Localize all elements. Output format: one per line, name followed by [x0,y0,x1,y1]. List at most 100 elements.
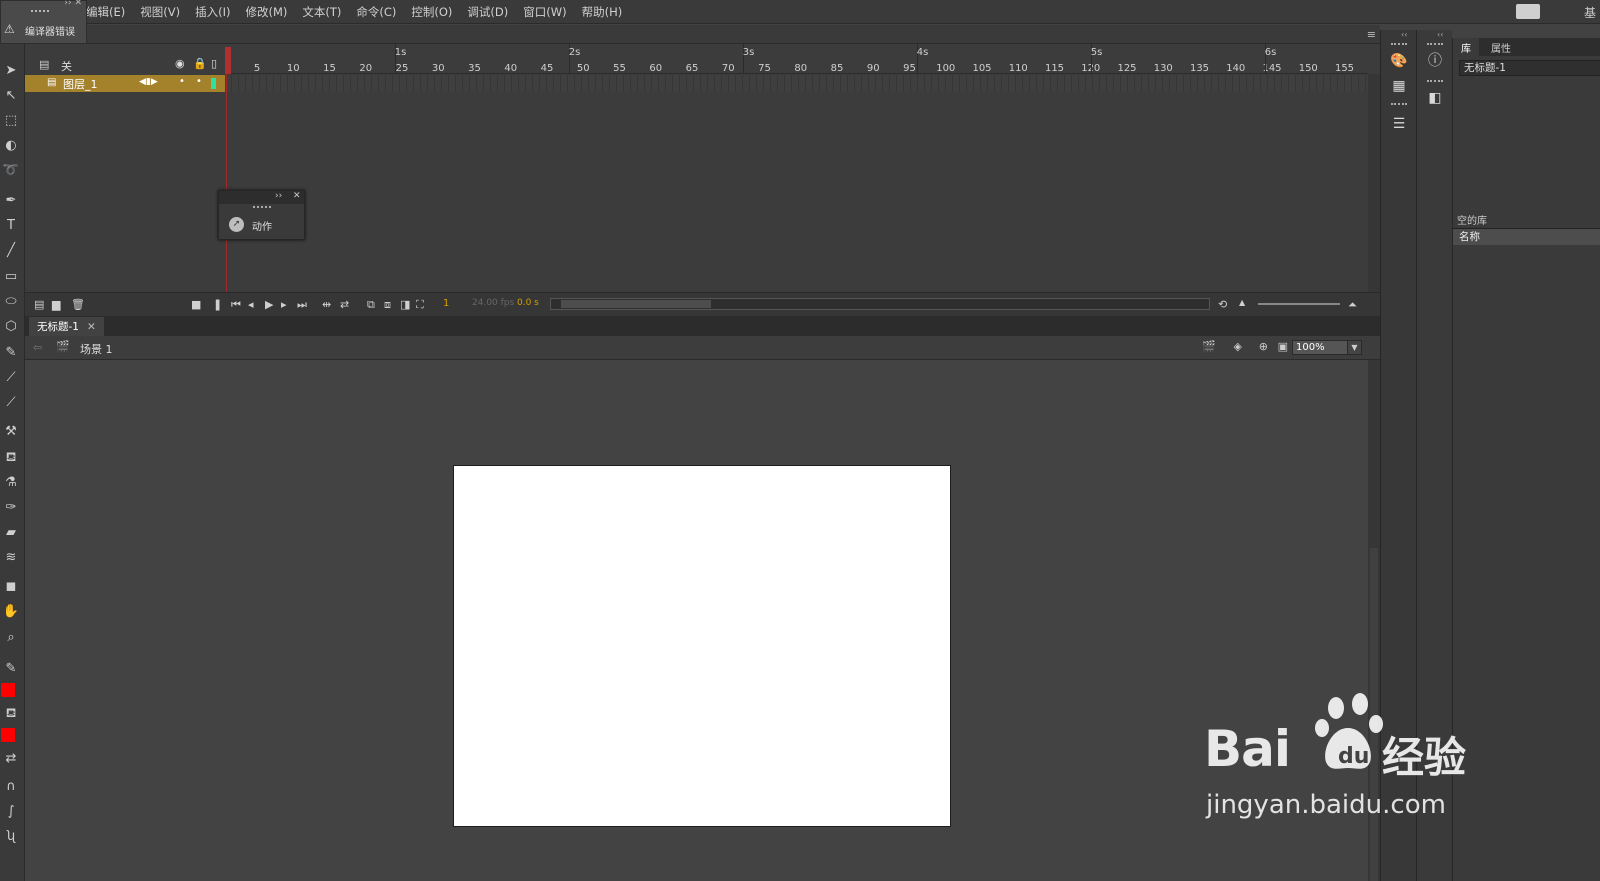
timeline-horizontal-scrollbar[interactable] [550,298,1210,310]
subselection-tool-icon[interactable]: ↖ [0,85,22,107]
edit-symbols-icon[interactable]: ◈ [1234,340,1242,353]
pause-icon[interactable]: ❚ [213,298,222,311]
menu-commands[interactable]: 命令(C) [356,4,396,20]
camera-tool-icon[interactable]: ◼ [0,576,22,598]
3d-rotation-tool-icon[interactable]: ◐ [0,135,22,157]
actions-panel-header[interactable]: ›› ✕ [219,191,304,204]
collapse-icon[interactable]: ‹‹ [1401,30,1407,39]
menu-control[interactable]: 控制(O) [411,4,452,20]
onion-outline-icon[interactable]: ⧈ [384,298,391,312]
delete-layer-icon[interactable]: 🗑 [71,298,85,311]
layer-folder-icon[interactable]: ▤ [39,58,49,71]
stage-vertical-scrollbar[interactable] [1368,360,1380,881]
library-document-select[interactable]: 无标题-1 [1459,60,1600,76]
smooth-icon[interactable]: ∫ [0,801,22,823]
menu-edit[interactable]: 编辑(E) [86,4,125,20]
straighten-icon[interactable]: ʯ [0,826,22,848]
free-transform-tool-icon[interactable]: ⬚ [0,110,22,132]
collapse-icon[interactable]: ‹‹ [1437,30,1443,39]
workspace-label[interactable]: 基 [1584,4,1596,21]
scroll-thumb[interactable] [1370,548,1378,881]
color-panel-icon[interactable]: 🎨 [1389,51,1409,71]
tab-library[interactable]: 库 [1453,38,1479,56]
tab-properties[interactable]: 属性 [1483,38,1519,56]
compiler-errors-panel[interactable]: ›› ✕ ⚠ 编译器错误 [0,0,87,44]
panel-grip[interactable] [1391,43,1407,46]
bone-tool-icon[interactable]: ⚒ [0,421,22,443]
menu-insert[interactable]: 插入(I) [195,4,230,20]
panel-grip[interactable] [1391,103,1407,106]
zoom-select[interactable]: 100% ▼ [1292,340,1362,355]
width-tool-icon[interactable]: ≋ [0,547,22,569]
layer-lock-dot-icon[interactable]: • [196,76,202,87]
pencil-tool-icon[interactable]: ✎ [0,342,22,364]
stage-area[interactable] [25,360,1368,881]
ink-bottle-tool-icon[interactable]: ⚗ [0,472,22,494]
zoom-small-icon[interactable]: ▲ [1239,298,1245,307]
lock-icon[interactable]: 🔒 [193,57,207,70]
components-panel-icon[interactable]: ◧ [1425,88,1445,108]
modify-markers-icon[interactable]: ⛶ [416,298,424,312]
step-forward-icon[interactable]: ▸ [281,298,287,311]
frame-ruler[interactable]: 1510152025303540455055606570758085909510… [225,44,1368,74]
step-back-icon[interactable]: ◂ [248,298,254,311]
align-panel-icon[interactable]: ☰ [1389,114,1409,134]
menu-help[interactable]: 帮助(H) [582,4,623,20]
eraser-tool-icon[interactable]: ▰ [0,522,22,544]
elapsed-time-value[interactable]: 0.0 s [517,298,539,308]
document-tab-label[interactable]: 无标题-1 [37,319,79,334]
center-stage-icon[interactable]: ⊕ [1259,340,1268,353]
hand-tool-icon[interactable]: ✋ [0,601,22,623]
polystar-tool-icon[interactable]: ⬡ [0,316,22,338]
compiler-errors-label[interactable]: 编译器错误 [25,23,75,38]
library-name-column[interactable]: 名称 [1453,228,1600,245]
layer-visible-dot-icon[interactable]: • [179,76,185,87]
back-arrow-icon[interactable]: ⇦ [33,341,42,354]
panel-collapse-close-icon[interactable]: ›› ✕ [64,0,82,8]
expand-icon[interactable]: ›› [275,191,282,201]
close-tab-icon[interactable]: ✕ [87,321,96,333]
eyedropper-tool-icon[interactable]: ✑ [0,497,22,519]
actions-icon[interactable]: ➚ [229,217,244,232]
timeline-vertical-scrollbar[interactable] [1368,74,1380,292]
menu-text[interactable]: 文本(T) [302,4,341,20]
go-last-frame-icon[interactable]: ⏭ [297,298,307,312]
edit-scene-icon[interactable]: 🎬 [1202,340,1216,353]
actions-label[interactable]: 动作 [252,218,272,233]
scene-label[interactable]: 场景 1 [80,341,113,357]
fill-color-swatch[interactable] [1,728,15,742]
close-icon[interactable]: ✕ [293,191,301,201]
selection-tool-icon[interactable]: ➤ [0,60,22,82]
snap-magnet-icon[interactable]: ∩ [0,776,22,798]
zoom-value[interactable]: 100% [1296,342,1325,353]
scroll-thumb[interactable] [561,300,711,308]
actions-panel[interactable]: ›› ✕ ➚ 动作 [218,190,305,240]
camera-icon[interactable]: ■ [191,298,201,311]
pen-tool-icon[interactable]: ✒ [0,190,22,212]
rectangle-tool-icon[interactable]: ▭ [0,266,22,288]
line-tool-icon[interactable]: ╱ [0,240,22,262]
chevron-down-icon[interactable]: ▼ [1347,341,1361,354]
loop-icon[interactable]: ⇄ [340,298,349,311]
new-layer-icon[interactable]: ▤ [34,298,44,311]
text-tool-icon[interactable]: T [0,215,22,237]
menu-window[interactable]: 窗口(W) [523,4,566,20]
info-panel-icon[interactable]: ⓘ [1425,51,1445,71]
panel-grip[interactable] [253,206,271,209]
stage-canvas[interactable] [453,465,951,827]
layer-outline-color[interactable] [211,78,216,89]
fit-to-window-icon[interactable]: ⟲ [1218,298,1227,311]
lasso-tool-icon[interactable]: ➰ [0,160,22,182]
menu-view[interactable]: 视图(V) [140,4,180,20]
brush-tool-icon[interactable]: ⟋ [0,392,22,414]
layer-nav-icon[interactable]: ◀▮▶ [139,77,158,87]
clip-stage-icon[interactable]: ▣ [1278,340,1288,353]
paint-bucket-tool-icon[interactable]: ⛾ [0,447,22,469]
timeline-zoom-slider[interactable] [1258,303,1340,305]
workspace-switcher-icon[interactable] [1516,4,1540,19]
document-tab[interactable]: 无标题-1 ✕ [29,317,104,336]
center-frame-icon[interactable]: ⇹ [322,298,331,311]
frame-rate-value[interactable]: 24.00 fps [472,298,514,308]
oval-tool-icon[interactable]: ⬭ [0,291,22,313]
new-folder-icon[interactable]: ▆ [52,298,60,311]
